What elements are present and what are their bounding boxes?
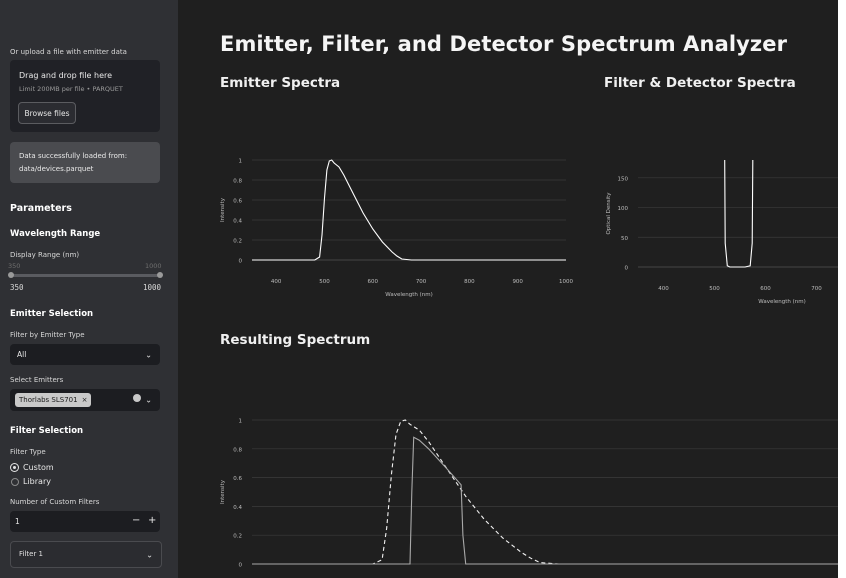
x-tick-label: 800 — [464, 279, 475, 285]
x-tick-label: 500 — [319, 279, 330, 285]
file-dropzone[interactable]: Drag and drop file here Limit 200MB per … — [10, 60, 160, 132]
y-tick-label: 0.6 — [233, 199, 242, 205]
y-tick-label: 0.2 — [233, 239, 242, 245]
dropzone-hint: Limit 200MB per file • PARQUET — [19, 85, 123, 93]
filter-1-expander[interactable]: Filter 1 ⌄ — [10, 541, 162, 568]
x-tick-label: 600 — [760, 286, 771, 292]
y-tick-label: 0.8 — [233, 179, 242, 185]
x-tick-label: 400 — [658, 286, 669, 292]
emitter-type-select[interactable]: All ⌄ — [10, 344, 160, 365]
decrement-button[interactable]: − — [132, 515, 140, 526]
filter-1-label: Filter 1 — [19, 550, 44, 558]
slider-max-value: 1000 — [143, 283, 162, 292]
slider-min-top: 350 — [8, 262, 21, 270]
x-tick-label: 900 — [512, 279, 523, 285]
y-tick-label: 0.4 — [233, 505, 242, 511]
browse-files-button[interactable]: Browse files — [18, 102, 76, 124]
selected-emitter-label: Thorlabs SLS701 — [19, 396, 78, 404]
x-axis-label: Wavelength (nm) — [385, 292, 433, 298]
radio-library-icon[interactable] — [11, 478, 19, 486]
radio-library-label[interactable]: Library — [23, 477, 51, 486]
filter-by-type-label: Filter by Emitter Type — [10, 331, 85, 339]
chevron-down-icon: ⌄ — [145, 395, 152, 405]
emitter-spectra-chart: 0 0.2 0.4 0.6 0.8 1 400 500 600 700 800 900 1000 Inte… — [220, 159, 573, 299]
clear-all-icon[interactable] — [133, 394, 141, 402]
app-window: Or upload a file with emitter data Drag … — [0, 0, 838, 578]
emitter-selection-heading: Emitter Selection — [10, 309, 94, 319]
y-tick-label: 0.4 — [233, 219, 242, 225]
chevron-down-icon: ⌄ — [146, 550, 153, 559]
wavelength-slider-track[interactable] — [10, 274, 161, 277]
page-title: Emitter, Filter, and Detector Spectrum A… — [220, 32, 788, 56]
y-tick-label: 0.2 — [233, 534, 242, 540]
increment-button[interactable]: + — [148, 515, 156, 526]
x-tick-label: 700 — [416, 279, 427, 285]
upload-label: Or upload a file with emitter data — [10, 48, 127, 56]
parameters-heading: Parameters — [10, 203, 72, 214]
y-axis-label: Intensity — [220, 479, 226, 504]
radio-custom-icon[interactable] — [11, 464, 18, 471]
main-content: Emitter, Filter, and Detector Spectrum A… — [178, 0, 838, 578]
success-line-2: data/devices.parquet — [19, 165, 94, 173]
y-axis-label: Optical Density — [606, 192, 612, 235]
x-tick-label: 500 — [709, 286, 720, 292]
series-line-1 — [252, 159, 566, 261]
y-tick-label: 100 — [618, 206, 629, 212]
y-tick-label: 0 — [625, 266, 629, 272]
dropzone-title: Drag and drop file here — [19, 71, 113, 80]
x-axis-label: Wavelength (nm) — [758, 299, 806, 305]
display-range-label: Display Range (nm) — [10, 251, 80, 259]
filter-detector-chart: 0 50 100 150 400 500 600 700 Optical Density Wave… — [606, 159, 838, 305]
emitter-spectra-heading: Emitter Spectra — [220, 75, 341, 91]
selected-emitter-tag: Thorlabs SLS701 × — [15, 393, 92, 407]
y-tick-label: 0 — [239, 563, 243, 569]
success-message: Data successfully loaded from: data/devi… — [10, 142, 160, 183]
resulting-spectrum-chart: 0 0.2 0.4 0.6 0.8 1 Intensity — [220, 419, 838, 569]
x-tick-label: 600 — [368, 279, 379, 285]
sidebar: Or upload a file with emitter data Drag … — [0, 0, 179, 578]
filter-detector-heading: Filter & Detector Spectra — [604, 75, 796, 91]
num-filters-value: 1 — [15, 517, 20, 526]
y-tick-label: 0 — [239, 259, 243, 265]
radio-custom-label[interactable]: Custom — [23, 463, 54, 472]
num-filters-label: Number of Custom Filters — [10, 498, 100, 506]
num-filters-input[interactable]: 1 − + — [10, 511, 160, 532]
y-tick-label: 0.8 — [233, 447, 242, 453]
series-line-1 — [252, 419, 838, 565]
slider-min-handle[interactable] — [8, 272, 14, 278]
filter-selection-heading: Filter Selection — [10, 426, 84, 436]
success-line-1: Data successfully loaded from: — [19, 152, 128, 160]
series-line-1 — [724, 159, 754, 268]
slider-max-handle[interactable] — [157, 272, 163, 278]
slider-min-value: 350 — [10, 283, 24, 292]
remove-tag-icon[interactable]: × — [82, 396, 88, 404]
x-tick-label: 700 — [811, 286, 822, 292]
slider-max-top: 1000 — [145, 262, 162, 270]
y-tick-label: 1 — [239, 419, 243, 425]
y-tick-label: 0.6 — [233, 476, 242, 482]
y-axis-label: Intensity — [220, 197, 226, 222]
filter-type-label: Filter Type — [10, 448, 46, 456]
wavelength-range-heading: Wavelength Range — [10, 229, 101, 239]
select-emitters-label: Select Emitters — [10, 376, 64, 384]
x-tick-label: 1000 — [559, 279, 573, 285]
emitter-type-value: All — [17, 350, 27, 359]
y-tick-label: 50 — [621, 236, 628, 242]
series-line-2 — [252, 436, 838, 565]
chevron-down-icon: ⌄ — [145, 350, 152, 359]
x-tick-label: 400 — [271, 279, 282, 285]
y-tick-label: 1 — [239, 159, 243, 165]
y-tick-label: 150 — [618, 176, 629, 182]
resulting-spectrum-heading: Resulting Spectrum — [220, 332, 371, 348]
